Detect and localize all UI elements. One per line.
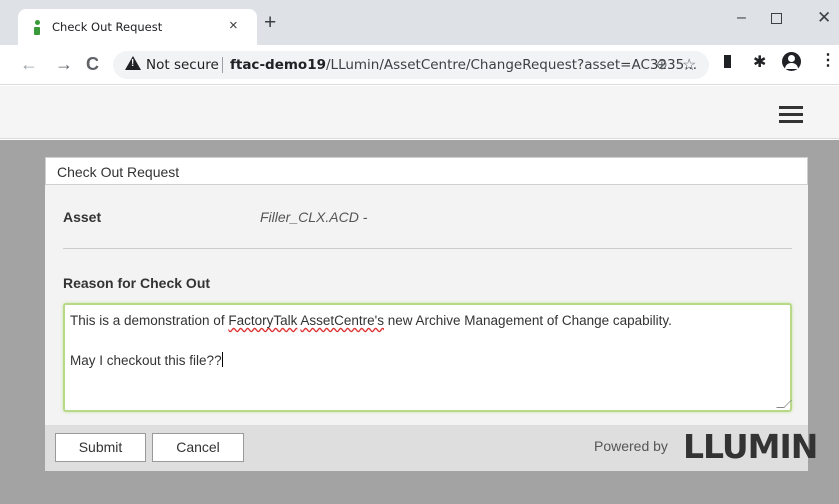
resize-grip-icon[interactable] [776, 400, 792, 408]
maximize-button[interactable] [771, 13, 782, 24]
favicon-icon [32, 20, 42, 36]
warning-icon: ! [125, 56, 141, 70]
submit-button[interactable]: Submit [55, 433, 146, 462]
minimize-button[interactable]: – [737, 9, 746, 27]
spellcheck-word-factorytalk: FactoryTalk [228, 313, 298, 328]
divider [63, 248, 792, 249]
tab-title: Check Out Request [52, 20, 163, 34]
back-arrow-icon[interactable]: ← [20, 54, 38, 74]
more-menu-icon[interactable]: ⋮ [820, 52, 836, 70]
hamburger-menu-icon[interactable] [779, 106, 803, 123]
security-label[interactable]: Not secure [146, 57, 219, 73]
close-window-button[interactable]: ✕ [817, 9, 831, 27]
dialog-footer: Submit Cancel Powered by LLUMIN [45, 425, 818, 471]
dialog-title-bar: Check Out Request [45, 157, 808, 185]
profile-icon[interactable] [782, 52, 801, 71]
dialog-title: Check Out Request [57, 164, 180, 180]
reason-textarea[interactable]: This is a demonstration of FactoryTalk A… [63, 303, 792, 412]
browser-tab[interactable]: Check Out Request × [18, 9, 257, 45]
extension-icon[interactable] [724, 55, 731, 68]
asset-label: Asset [63, 209, 102, 225]
app-header [0, 86, 839, 139]
tab-close-icon[interactable]: × [229, 17, 238, 35]
reason-label: Reason for Check Out [63, 275, 211, 291]
forward-arrow-icon[interactable]: → [55, 54, 73, 74]
address-bar[interactable]: ! Not secure ftac-demo19/LLumin/AssetCen… [113, 51, 709, 79]
spellcheck-word-assetcentre: AssetCentre's [300, 313, 384, 328]
address-divider [222, 57, 223, 73]
reason-text: This is a demonstration of FactoryTalk A… [70, 311, 785, 371]
browser-toolbar: ← → C ! Not secure ftac-demo19/LLumin/As… [0, 45, 839, 85]
llumin-logo: LLUMIN [683, 427, 818, 466]
reason-line1-prefix: This is a demonstration of [70, 313, 229, 328]
new-tab-button[interactable]: + [264, 12, 276, 33]
check-out-dialog: Check Out Request Asset Filler_CLX.ACD -… [45, 157, 818, 471]
reason-line1-suffix: new Archive Management of Change capabil… [384, 313, 672, 328]
puzzle-icon[interactable]: ✱ [753, 52, 766, 72]
url-path: /LLumin/AssetCentre/ChangeRequest?asset=… [326, 57, 698, 73]
cancel-button[interactable]: Cancel [152, 433, 244, 462]
asset-value: Filler_CLX.ACD - [260, 209, 368, 225]
powered-by-label: Powered by [594, 438, 668, 454]
reload-icon[interactable]: C [86, 54, 99, 74]
star-icon[interactable]: ☆ [682, 55, 696, 75]
url-host: ftac-demo19 [230, 57, 326, 73]
text-caret [221, 352, 223, 367]
zoom-icon[interactable]: ⊕ [656, 56, 668, 73]
reason-line2: May I checkout this file?? [70, 353, 222, 368]
browser-tab-strip: Check Out Request × + – ✕ [0, 0, 839, 45]
url-text[interactable]: ftac-demo19/LLumin/AssetCentre/ChangeReq… [230, 57, 697, 73]
